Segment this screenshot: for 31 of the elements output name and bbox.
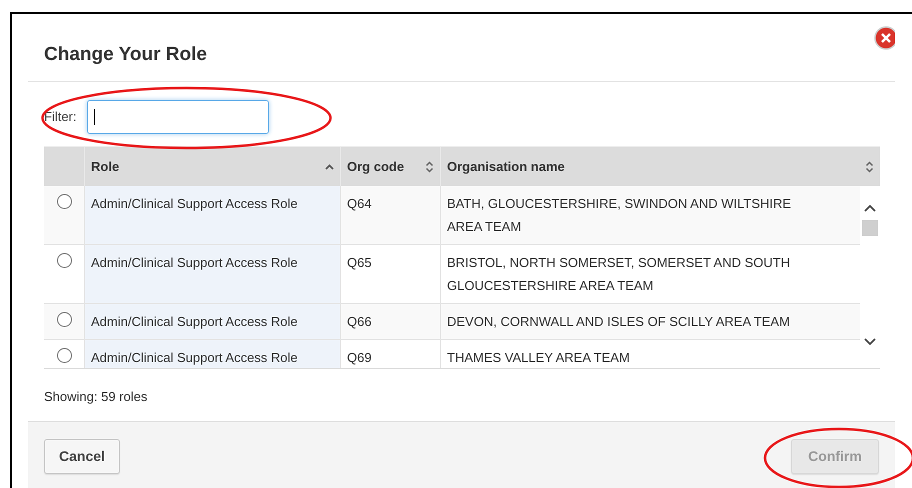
sort-icon (865, 160, 874, 172)
scrollbar-thumb[interactable] (862, 220, 878, 236)
close-icon[interactable] (872, 24, 895, 50)
sort-ascending-icon (325, 164, 334, 170)
column-header[interactable]: Organisation name (447, 156, 565, 176)
sort-icon (425, 160, 434, 172)
filter-field[interactable] (86, 100, 268, 134)
scroll-up-icon[interactable] (864, 204, 876, 212)
table-cell: DEVON, CORNWALL AND ISLES OF SCILLY AREA TEAM (447, 314, 790, 329)
table-cell: Admin/Clinical Support Access Role (91, 196, 298, 211)
radio-button[interactable] (56, 348, 72, 363)
scroll-down-icon[interactable] (864, 338, 876, 346)
table-cell: Q69 (347, 350, 372, 365)
table-cell: Q65 (347, 255, 372, 270)
table-cell: BRISTOL, NORTH SOMERSET, SOMERSET AND SOUTH GLOUCESTERSHIRE AREA TEAM (447, 255, 790, 293)
table-cell: Admin/Clinical Support Access Role (91, 255, 298, 270)
table-cell: BATH, GLOUCESTERSHIRE, SWINDON AND WILTSHIRE AREA TEAM (447, 196, 792, 234)
table-cell: THAMES VALLEY AREA TEAM (447, 350, 630, 365)
cancel-button[interactable]: Cancel (44, 439, 120, 474)
table-cell: Q66 (347, 314, 372, 329)
summary-text: Showing: 59 roles (44, 389, 148, 404)
filter-label: Filter: (44, 108, 76, 126)
table-cell: Admin/Clinical Support Access Role (91, 350, 298, 365)
table-cell: Admin/Clinical Support Access Role (91, 314, 298, 329)
dialog-title: Change Your Role (44, 42, 207, 66)
radio-button[interactable] (56, 253, 72, 268)
column-header[interactable]: Org code (347, 156, 404, 176)
table-cell: Q64 (347, 196, 372, 211)
column-header[interactable]: Role (91, 156, 120, 176)
radio-button[interactable] (56, 312, 72, 327)
radio-button[interactable] (56, 194, 72, 209)
